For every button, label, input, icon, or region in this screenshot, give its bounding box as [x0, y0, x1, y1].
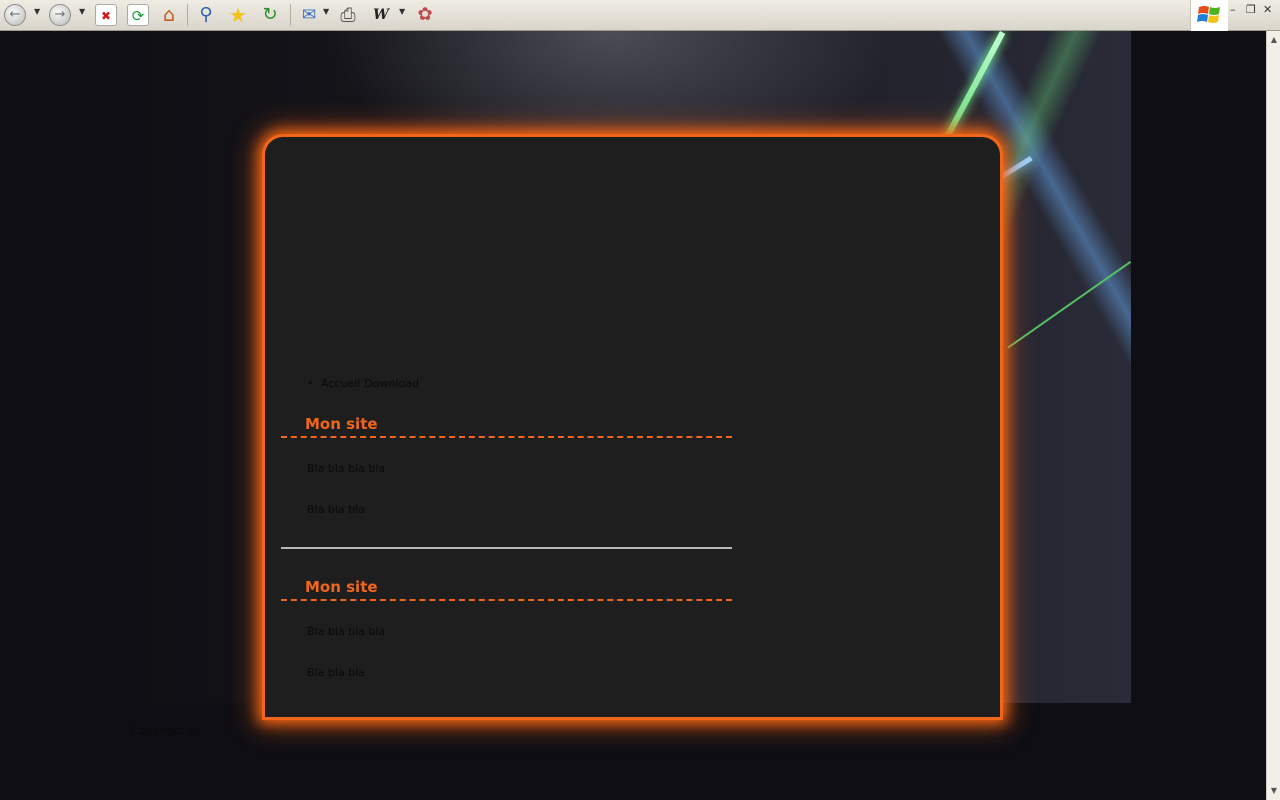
vertical-scrollbar[interactable]: ▲ ▼	[1266, 31, 1280, 800]
nav-link-accueil[interactable]: Accueil	[321, 377, 360, 390]
messenger-icon: ✿	[417, 4, 433, 25]
back-arrow-icon: ←	[4, 4, 26, 26]
refresh-button[interactable]: ⟳	[127, 2, 149, 28]
windows-flag-icon	[1197, 6, 1220, 23]
nav-link-download[interactable]: Download	[364, 377, 419, 390]
edit-button[interactable]: W	[370, 2, 392, 28]
section-title: Mon site	[305, 578, 378, 596]
restore-button[interactable]: ❐	[1246, 3, 1256, 16]
footer-copyright: Copyright by	[131, 724, 202, 737]
mail-button[interactable]: ✉	[298, 2, 320, 28]
favorites-button[interactable]: ★	[227, 2, 249, 28]
close-button[interactable]: ✕	[1263, 3, 1272, 16]
forward-arrow-icon: →	[49, 4, 71, 26]
home-icon: ⌂	[162, 4, 176, 26]
section-paragraph: Bla bla bla bla	[307, 625, 386, 638]
section-paragraph: Bla bla bla	[307, 503, 365, 516]
mail-dropdown-caret[interactable]: ▼	[323, 7, 329, 16]
nav-menu: Accueil Download	[307, 377, 423, 390]
windows-logo	[1190, 0, 1228, 31]
section-title: Mon site	[305, 415, 378, 433]
history-icon: ↻	[262, 4, 278, 25]
search-button[interactable]: ⚲	[195, 2, 217, 28]
section-divider	[281, 547, 732, 549]
edit-dropdown-caret[interactable]: ▼	[399, 7, 405, 16]
back-dropdown-caret[interactable]: ▼	[34, 7, 40, 16]
scroll-up-arrow-icon[interactable]: ▲	[1268, 33, 1280, 47]
minimize-button[interactable]: –	[1230, 3, 1236, 16]
messenger-button[interactable]: ✿	[414, 2, 436, 28]
section-paragraph: Bla bla bla bla	[307, 462, 386, 475]
forward-dropdown-caret[interactable]: ▼	[79, 7, 85, 16]
home-button[interactable]: ⌂	[158, 2, 180, 28]
scroll-down-arrow-icon[interactable]: ▼	[1268, 784, 1280, 798]
refresh-icon: ⟳	[127, 4, 149, 26]
nav-list-item: Accueil Download	[307, 377, 423, 390]
stop-button[interactable]: ✖	[95, 2, 117, 28]
browser-toolbar: ← ▼ → ▼ ✖ ⟳ ⌂ ⚲ ★ ↻ ✉ ▼ ⎙ W ▼ ✿ – ❐ ✕	[0, 0, 1280, 31]
favorites-star-icon: ★	[229, 3, 247, 27]
title-underline	[281, 599, 732, 601]
section-paragraph: Bla bla bla	[307, 666, 365, 679]
forward-button[interactable]: →	[49, 2, 71, 28]
word-edit-icon: W	[373, 7, 389, 23]
history-button[interactable]: ↻	[259, 2, 281, 28]
mail-icon: ✉	[301, 5, 317, 25]
toolbar-separator	[187, 4, 188, 26]
print-icon: ⎙	[340, 4, 356, 26]
title-underline	[281, 436, 732, 438]
toolbar-separator	[290, 4, 291, 26]
stop-icon: ✖	[95, 4, 117, 26]
page-viewport: Accueil Download Mon site Bla bla bla bla…	[0, 31, 1266, 800]
print-button[interactable]: ⎙	[337, 2, 359, 28]
search-icon: ⚲	[199, 4, 213, 25]
back-button[interactable]: ←	[4, 2, 26, 28]
